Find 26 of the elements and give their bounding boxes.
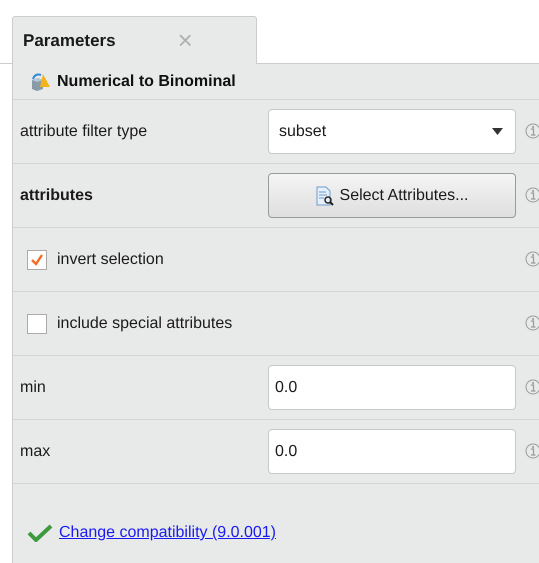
info-icon[interactable] — [525, 123, 539, 139]
input-field[interactable]: 0.0 — [268, 365, 516, 410]
shapes-icon — [29, 72, 51, 92]
info-icon[interactable] — [525, 187, 539, 203]
check-icon — [27, 524, 53, 542]
checkbox-label: include special attributes — [57, 314, 232, 332]
dropdown-arrow-icon — [492, 128, 503, 135]
info-icon[interactable] — [525, 443, 539, 459]
info-icon[interactable] — [525, 251, 539, 267]
parameter-label: max — [20, 442, 52, 460]
parameter-label: min — [20, 378, 47, 396]
checkbox-label: invert selection — [57, 250, 164, 268]
operator-title: Numerical to Binominal — [57, 72, 236, 90]
parameter-label: attribute filter type — [20, 122, 148, 140]
parameter-label: attributes — [20, 186, 94, 204]
input-field[interactable]: 0.0 — [268, 429, 516, 474]
dropdown[interactable]: subset — [268, 109, 516, 154]
compatibility-link[interactable]: Change compatibility (9.0.001) — [59, 524, 276, 542]
parameters-tab[interactable]: Parameters × — [12, 16, 257, 64]
info-icon[interactable] — [525, 315, 539, 331]
checkbox[interactable] — [27, 250, 47, 270]
tab-title: Parameters — [23, 30, 116, 50]
checkbox[interactable] — [27, 314, 47, 334]
select-attributes-button[interactable]: Select Attributes... — [268, 173, 516, 218]
info-icon[interactable] — [525, 379, 539, 395]
document-search-icon — [316, 186, 334, 206]
